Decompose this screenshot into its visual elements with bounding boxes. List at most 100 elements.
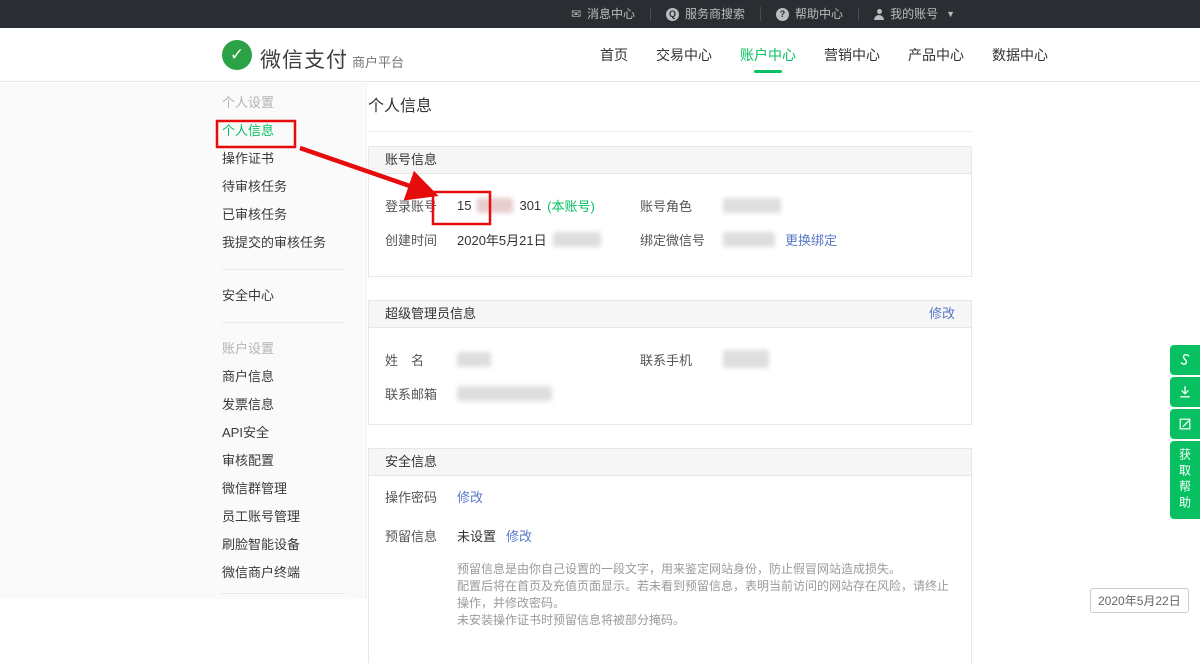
reserve-info-edit-link[interactable]: 修改 (506, 526, 532, 545)
sidebar-list: 个人设置 个人信息 操作证书 待审核任务 已审核任务 我提交的审核任务 安全中心… (222, 89, 345, 606)
contact-service-button[interactable] (1170, 345, 1200, 375)
created-time-text: 2020年5月21日 (457, 230, 547, 249)
super-admin-edit-link[interactable]: 修改 (929, 301, 955, 327)
created-time-redacted-blob (553, 232, 601, 247)
sidebar-item-api-security[interactable]: API安全 (222, 419, 345, 447)
get-help-button[interactable]: 获取帮助 (1170, 441, 1200, 519)
super-admin-card-header: 超级管理员信息 修改 (369, 301, 971, 328)
sidebar-group-account-settings: 账户设置 (222, 335, 345, 363)
page-title: 个人信息 (368, 92, 432, 116)
nav-account-center-label: 账户中心 (740, 47, 796, 63)
created-time-value: 2020年5月21日 (457, 230, 601, 249)
sidebar-item-invoice-info[interactable]: 发票信息 (222, 391, 345, 419)
admin-phone-redacted-blob (723, 350, 769, 368)
reserve-desc-line: 预留信息是由你自己设置的一段文字，用来鉴定网站身份，防止假冒网站造成损失。 (457, 561, 951, 578)
nav-trade-center[interactable]: 交易中心 (642, 28, 726, 82)
sidebar-item-wechat-group-mgmt[interactable]: 微信群管理 (222, 475, 345, 503)
nav-marketing-center[interactable]: 营销中心 (810, 28, 894, 82)
account-info-card-body: 登录账号 15 301 (本账号) 账号角色 创建时间 2020年5月21日 绑… (369, 174, 971, 256)
topbar-item-help-center[interactable]: ? 帮助中心 (760, 7, 858, 21)
brand-divider (340, 48, 341, 65)
reserve-info-label: 预留信息 (385, 526, 457, 545)
security-info-card-header: 安全信息 (369, 449, 971, 476)
wechat-pay-logo-icon: ✓ (222, 40, 252, 70)
main-nav: 首页 交易中心 账户中心 营销中心 产品中心 数据中心 (586, 28, 1062, 82)
download-button[interactable] (1170, 377, 1200, 407)
sidebar-item-personal-info[interactable]: 个人信息 (222, 117, 345, 145)
security-info-card: 安全信息 操作密码 修改 预留信息 未设置 修改 预留信息是由你自己设置的一段文… (368, 448, 972, 663)
brand-title: 微信支付 (260, 44, 348, 74)
nav-product-center[interactable]: 产品中心 (894, 28, 978, 82)
sidebar-item-face-smart-device[interactable]: 刷脸智能设备 (222, 531, 345, 559)
topbar-item-messages[interactable]: ✉ 消息中心 (556, 7, 650, 21)
download-icon (1176, 383, 1194, 401)
login-account-prefix: 15 (457, 198, 471, 213)
operation-password-label: 操作密码 (385, 487, 457, 506)
login-account-value: 15 301 (本账号) (457, 196, 595, 215)
admin-name-redacted-blob (457, 352, 491, 367)
account-info-card: 账号信息 登录账号 15 301 (本账号) 账号角色 创建时间 2020年5月… (368, 146, 972, 277)
sidebar-divider (222, 322, 345, 323)
sidebar-item-review-config[interactable]: 审核配置 (222, 447, 345, 475)
login-account-redacted-blob (477, 198, 513, 213)
admin-email-redacted-blob (457, 386, 552, 401)
super-admin-card-body: 姓 名 联系手机 联系邮箱 (369, 328, 971, 410)
sidebar: 个人设置 个人信息 操作证书 待审核任务 已审核任务 我提交的审核任务 安全中心… (0, 83, 367, 599)
nav-data-center[interactable]: 数据中心 (978, 28, 1062, 82)
edit-icon (1176, 415, 1194, 433)
login-account-label: 登录账号 (385, 196, 457, 215)
sidebar-divider (222, 593, 345, 594)
account-role-label: 账号角色 (640, 196, 723, 215)
topbar-menu: ✉ 消息中心 Q 服务商搜索 ? 帮助中心 我的账号 ▼ (556, 0, 970, 28)
sidebar-item-reviewed[interactable]: 已审核任务 (222, 201, 345, 229)
active-nav-underline (754, 70, 782, 73)
reserve-desc-line: 配置后将在首页及充值页面显示。若未看到预留信息，表明当前访问的网站存在风险，请终… (457, 578, 951, 612)
operation-password-row: 操作密码 修改 (385, 482, 971, 510)
bound-wechat-label: 绑定微信号 (640, 230, 723, 249)
chevron-down-icon: ▼ (946, 7, 955, 21)
title-divider (368, 131, 972, 132)
reserve-info-description: 预留信息是由你自己设置的一段文字，用来鉴定网站身份，防止假冒网站造成损失。 配置… (457, 561, 971, 629)
topbar-item-my-account[interactable]: 我的账号 ▼ (858, 7, 970, 21)
this-account-note: (本账号) (547, 196, 595, 215)
topbar-item-label: 我的账号 (890, 7, 938, 21)
admin-name-label: 姓 名 (385, 350, 457, 369)
created-time-label: 创建时间 (385, 230, 457, 249)
feedback-button[interactable] (1170, 409, 1200, 439)
admin-phone-label: 联系手机 (640, 350, 723, 369)
change-binding-link[interactable]: 更换绑定 (785, 230, 837, 249)
admin-name-row: 姓 名 联系手机 (385, 342, 971, 376)
get-help-label: 获取帮助 (1177, 448, 1194, 512)
sidebar-item-my-submitted-review[interactable]: 我提交的审核任务 (222, 229, 345, 257)
reserve-desc-line: 未安装操作证书时预留信息将被部分掩码。 (457, 612, 951, 629)
sidebar-item-wechat-merchant-terminal[interactable]: 微信商户终端 (222, 559, 345, 587)
user-icon (874, 9, 884, 20)
topbar-item-label: 帮助中心 (795, 7, 843, 21)
account-role-redacted-blob (723, 198, 781, 213)
sidebar-item-operation-cert[interactable]: 操作证书 (222, 145, 345, 173)
security-info-card-title: 安全信息 (385, 449, 437, 475)
date-tooltip: 2020年5月22日 (1090, 588, 1189, 613)
topbar-item-label: 服务商搜索 (685, 7, 745, 21)
sidebar-item-merchant-info[interactable]: 商户信息 (222, 363, 345, 391)
topbar-item-label: 消息中心 (587, 7, 635, 21)
bound-wechat-field: 绑定微信号 更换绑定 (640, 222, 837, 256)
security-info-card-body: 操作密码 修改 预留信息 未设置 修改 预留信息是由你自己设置的一段文字，用来鉴… (369, 476, 971, 629)
super-admin-card: 超级管理员信息 修改 姓 名 联系手机 联系邮箱 (368, 300, 972, 425)
portal-label: 商户平台 (352, 52, 404, 71)
header: ✓ 微信支付 商户平台 首页 交易中心 账户中心 营销中心 产品中心 数据中心 (0, 28, 1200, 82)
nav-home[interactable]: 首页 (586, 28, 642, 82)
account-info-card-title: 账号信息 (385, 147, 437, 173)
sidebar-item-security-center[interactable]: 安全中心 (222, 282, 345, 310)
sidebar-item-pending-review[interactable]: 待审核任务 (222, 173, 345, 201)
admin-email-row: 联系邮箱 (385, 376, 971, 410)
operation-password-edit-link[interactable]: 修改 (457, 487, 483, 506)
topbar-item-provider-search[interactable]: Q 服务商搜索 (650, 7, 760, 21)
login-account-suffix: 301 (519, 198, 541, 213)
topbar: ✉ 消息中心 Q 服务商搜索 ? 帮助中心 我的账号 ▼ (0, 0, 1200, 28)
nav-account-center[interactable]: 账户中心 (726, 28, 810, 82)
super-admin-card-title: 超级管理员信息 (385, 301, 476, 327)
search-icon: Q (666, 8, 679, 21)
floating-help-bar: 获取帮助 (1170, 345, 1200, 519)
sidebar-item-staff-account-mgmt[interactable]: 员工账号管理 (222, 503, 345, 531)
